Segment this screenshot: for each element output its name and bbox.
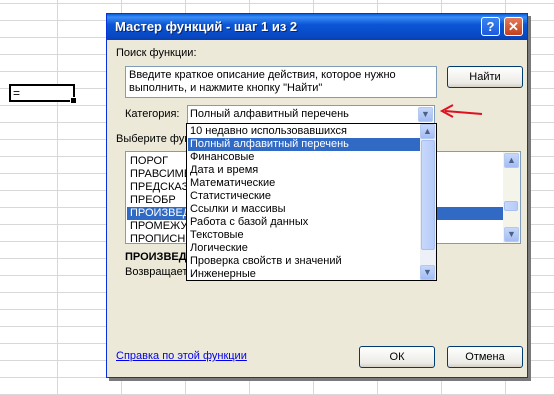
category-selected-value: Полный алфавитный перечень bbox=[190, 108, 349, 120]
category-option-selected[interactable]: Полный алфавитный перечень bbox=[188, 138, 422, 151]
category-option[interactable]: Финансовые bbox=[188, 151, 422, 164]
category-option[interactable]: 10 недавно использовавшихся bbox=[188, 125, 422, 138]
list-item[interactable]: ПРОМЕЖУТ bbox=[130, 220, 194, 233]
function-list-label: Выберите фун bbox=[116, 133, 191, 145]
search-description-input[interactable]: Введите краткое описание действия, котор… bbox=[125, 66, 437, 98]
scroll-up-icon[interactable]: ▲ bbox=[420, 124, 435, 139]
category-option[interactable]: Дата и время bbox=[188, 164, 422, 177]
category-option[interactable]: Текстовые bbox=[188, 229, 422, 242]
category-label: Категория: bbox=[125, 108, 180, 120]
cancel-button[interactable]: Отмена bbox=[447, 346, 523, 368]
list-item[interactable]: ПРЕДСКАЗ bbox=[130, 181, 188, 194]
fill-handle[interactable] bbox=[70, 97, 77, 104]
find-button[interactable]: Найти bbox=[447, 66, 523, 88]
scroll-up-icon[interactable]: ▲ bbox=[504, 153, 519, 168]
list-item[interactable]: ПОРОГ bbox=[130, 155, 168, 168]
function-description: Возвращает bbox=[125, 266, 188, 278]
help-button[interactable]: ? bbox=[481, 17, 500, 36]
scroll-down-icon[interactable]: ▼ bbox=[504, 227, 519, 242]
list-item[interactable]: ПРОПИСН bbox=[130, 233, 185, 246]
ok-button[interactable]: ОК bbox=[359, 346, 435, 368]
dialog-titlebar[interactable]: Мастер функций - шаг 1 из 2 ? ✕ bbox=[107, 14, 527, 40]
active-cell[interactable]: = bbox=[9, 84, 77, 104]
category-option[interactable]: Проверка свойств и значений bbox=[188, 255, 422, 268]
category-option[interactable]: Ссылки и массивы bbox=[188, 203, 422, 216]
category-dropdown-list[interactable]: 10 недавно использовавшихся Полный алфав… bbox=[186, 123, 437, 281]
function-wizard-dialog: Мастер функций - шаг 1 из 2 ? ✕ Поиск фу… bbox=[106, 13, 528, 378]
scroll-thumb[interactable] bbox=[504, 201, 518, 211]
dropdown-scrollbar[interactable]: ▲ ▼ bbox=[420, 124, 436, 280]
dialog-title: Мастер функций - шаг 1 из 2 bbox=[115, 19, 298, 34]
active-cell-value: = bbox=[13, 86, 21, 100]
scroll-thumb[interactable] bbox=[421, 140, 435, 250]
list-item[interactable]: ПРАВСИМВ bbox=[130, 168, 191, 181]
scroll-down-icon[interactable]: ▼ bbox=[420, 265, 435, 280]
function-list-scrollbar[interactable]: ▲ ▼ bbox=[503, 152, 520, 243]
close-button[interactable]: ✕ bbox=[504, 17, 523, 36]
category-option[interactable]: Работа с базой данных bbox=[188, 216, 422, 229]
category-option[interactable]: Статистические bbox=[188, 190, 422, 203]
category-option[interactable]: Инженерные bbox=[188, 268, 422, 281]
selected-function-name: ПРОИЗВЕД bbox=[125, 251, 187, 263]
chevron-down-icon[interactable]: ▼ bbox=[418, 107, 433, 122]
annotation-arrow-icon bbox=[439, 104, 483, 118]
category-option[interactable]: Математические bbox=[188, 177, 422, 190]
help-link[interactable]: Справка по этой функции bbox=[116, 350, 247, 362]
list-item[interactable]: ПРЕОБР bbox=[130, 194, 176, 207]
category-select[interactable]: Полный алфавитный перечень ▼ bbox=[187, 105, 435, 124]
search-label: Поиск функции: bbox=[116, 47, 197, 59]
category-option[interactable]: Логические bbox=[188, 242, 422, 255]
